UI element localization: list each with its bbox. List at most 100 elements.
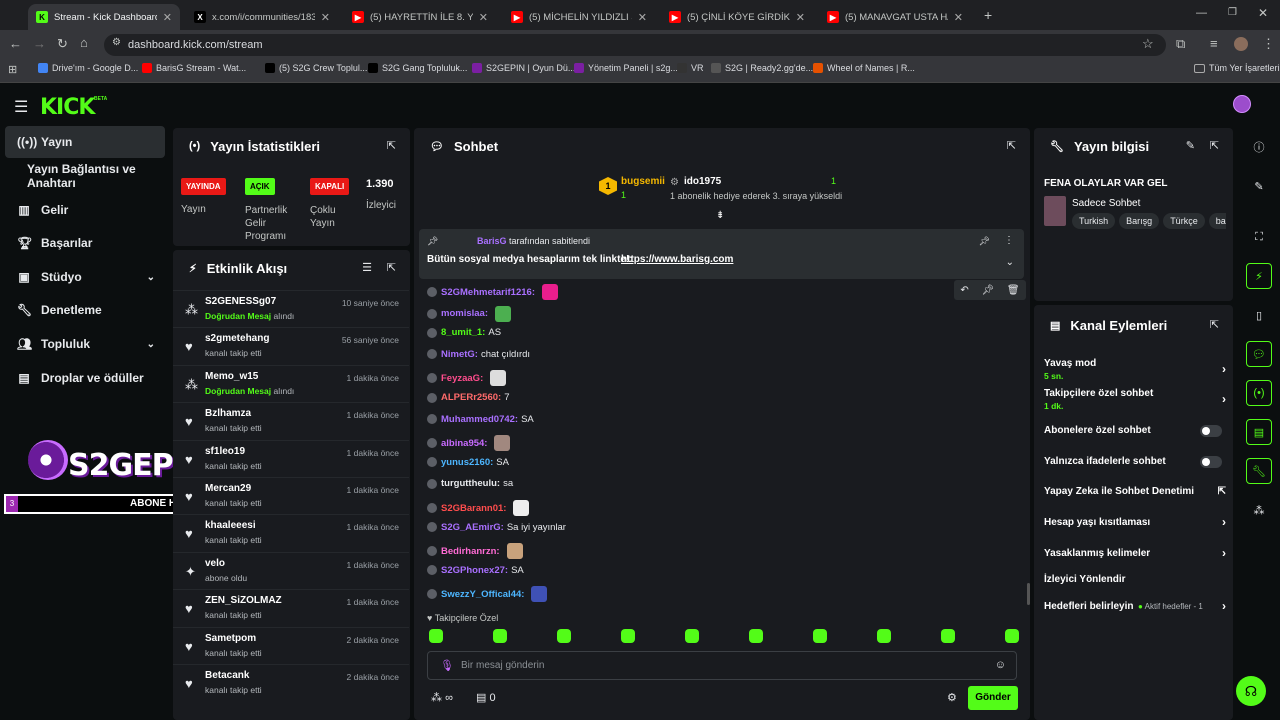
- kick-logo[interactable]: KICK: [40, 95, 95, 120]
- support-headset-icon[interactable]: ☊: [1236, 676, 1266, 706]
- close-tab-icon[interactable]: ✕: [479, 11, 488, 24]
- activity-item[interactable]: ♥ khaaleeesi kanalı takip etti 1 dakika ön…: [173, 514, 409, 551]
- url-field[interactable]: dashboard.kick.com/stream: [104, 34, 1166, 56]
- chat-scrollbar[interactable]: [1027, 583, 1030, 605]
- activity-item[interactable]: ✦ velo abone oldu 1 dakika önce: [173, 551, 409, 589]
- bookmark-item[interactable]: Wheel of Names | R...: [813, 63, 915, 73]
- chat-message[interactable]: momislaa:: [427, 305, 511, 322]
- media-control-icon[interactable]: ≡: [1210, 36, 1218, 51]
- maximize-button[interactable]: ❐: [1228, 7, 1237, 18]
- activity-item[interactable]: ♥ Sametpom kanalı takip etti 2 dakika önce: [173, 626, 409, 664]
- drops-icon[interactable]: ⁂: [1246, 497, 1272, 523]
- bookmark-item[interactable]: Yönetim Paneli | s2g...: [574, 63, 678, 73]
- panel-icon[interactable]: ▤: [1246, 419, 1272, 445]
- bookmark-item[interactable]: S2G | Ready2.gg'de...: [711, 63, 813, 73]
- chat-message[interactable]: albina954:: [427, 435, 511, 452]
- chat-message[interactable]: Bedirhanrzn:: [427, 543, 523, 560]
- quick-emote-icon[interactable]: [493, 629, 507, 643]
- chat-username[interactable]: S2GMehmetarif1216:: [441, 287, 535, 298]
- apps-grid-icon[interactable]: ⊞: [8, 63, 17, 76]
- activity-item[interactable]: ♥ sf1leo19 kanalı takip etti 1 dakika önce: [173, 439, 409, 477]
- bookmark-item[interactable]: VR: [677, 63, 704, 73]
- sidebar-item-yayin[interactable]: ((•)) Yayın: [5, 126, 165, 158]
- browser-tab[interactable]: Xx.com/i/communities/1835319…✕: [186, 4, 338, 30]
- chat-username[interactable]: FeyzaaG:: [441, 373, 483, 384]
- chat-username[interactable]: NimetG:: [441, 349, 478, 360]
- chat-message[interactable]: S2G_AEmirG: Sa iyi yayınlar: [427, 522, 566, 533]
- activity-item[interactable]: ⁂ S2GENESSg07 Doğrudan Mesaj alındı 10 sani…: [173, 290, 409, 327]
- activity-item[interactable]: ♥ Mercan29 kanalı takip etti 1 dakika önce: [173, 477, 409, 514]
- sidebar-item-studyo[interactable]: ▣ Stüdyo ⌄: [5, 261, 165, 293]
- popout-icon[interactable]: ⇱: [1210, 318, 1219, 331]
- chat-settings-icon[interactable]: ⚙: [947, 691, 957, 704]
- chat-message[interactable]: yunus2160: SA: [427, 457, 509, 468]
- activity-item[interactable]: ♥ Betacank kanalı takip etti 2 dakika önce: [173, 664, 409, 701]
- browser-tab[interactable]: ▶(5) MİCHELİN YILDIZLI SOKAK L…✕: [503, 4, 655, 30]
- bookmark-item[interactable]: BarisG Stream - Wat...: [142, 63, 246, 73]
- points-icon[interactable]: ⁂ ∞: [431, 691, 453, 704]
- quick-emote-icon[interactable]: [813, 629, 827, 643]
- bookmark-star-icon[interactable]: ☆: [1142, 36, 1154, 52]
- chat-username[interactable]: ALPERr2560:: [441, 392, 501, 403]
- filter-icon[interactable]: ☰: [362, 261, 372, 274]
- sidebar-item-denetleme[interactable]: 🔧︎ Denetleme: [5, 294, 165, 326]
- chrome-menu-icon[interactable]: ⋮: [1262, 36, 1275, 52]
- minimize-button[interactable]: —: [1196, 7, 1207, 19]
- pinned-link[interactable]: https://www.barisg.com: [621, 254, 733, 265]
- sidebar-item-yayin-baglantisi[interactable]: Yayın Bağlantısı ve Anahtarı: [5, 160, 165, 192]
- channel-action-item[interactable]: Hedefleri belirleyin › ● Aktif hedefler - …: [1044, 599, 1226, 613]
- bookmark-item[interactable]: (5) S2G Crew Toplul...: [265, 63, 367, 73]
- quick-emote-icon[interactable]: [749, 629, 763, 643]
- site-info-icon[interactable]: ⚙: [112, 37, 121, 48]
- emoji-icon[interactable]: ☺: [995, 659, 1006, 671]
- channel-action-item[interactable]: Yasaklanmış kelimeler ›: [1044, 546, 1226, 560]
- close-window-button[interactable]: ✕: [1258, 6, 1268, 20]
- back-icon[interactable]: ←: [9, 36, 22, 51]
- fullscreen-icon[interactable]: ⛶: [1246, 224, 1272, 250]
- edit-icon[interactable]: ✎: [1186, 139, 1195, 152]
- pin-icon[interactable]: 📌︎: [981, 285, 994, 296]
- channel-action-item[interactable]: Takipçilere özel sohbet 1 dk. ›: [1044, 388, 1226, 411]
- browser-tab[interactable]: ▶(5) HAYRETTİN İLE 8. YIL GALAS…✕: [344, 4, 496, 30]
- chat-message[interactable]: ALPERr2560: 7: [427, 392, 510, 403]
- activity-item[interactable]: ♥ s2gmetehang kanalı takip etti 56 saniye …: [173, 327, 409, 364]
- popout-icon[interactable]: ⇱: [387, 139, 396, 152]
- channel-action-item[interactable]: Abonelere özel sohbet: [1044, 425, 1226, 437]
- bookmark-item[interactable]: S2GEPIN | Oyun Dü...: [472, 63, 575, 73]
- info-icon[interactable]: ⓘ: [1246, 134, 1272, 160]
- chat-username[interactable]: SwezzY_Offical44:: [441, 589, 524, 600]
- browser-tab[interactable]: ▶(5) ÇİNLİ KÖYE GİRDİK GİRMEZ…✕: [661, 4, 813, 30]
- chat-username[interactable]: yunus2160:: [441, 457, 493, 468]
- channel-action-item[interactable]: Yapay Zeka ile Sohbet Denetimi ⇱: [1044, 486, 1226, 497]
- sidebar-item-droplar[interactable]: ▤ Droplar ve ödüller: [5, 362, 165, 394]
- browser-tab[interactable]: K Stream - Kick Dashboard ✕: [28, 4, 180, 30]
- chat-username[interactable]: Muhammed0742:: [441, 414, 518, 425]
- chat-message[interactable]: NimetG: chat çıldırdı: [427, 349, 530, 360]
- channel-action-item[interactable]: Hesap yaşı kısıtlaması ›: [1044, 515, 1226, 529]
- chat-username[interactable]: turguttheulu:: [441, 478, 500, 489]
- chat-message[interactable]: 8_umit_1: AS: [427, 327, 501, 338]
- chat-message[interactable]: FeyzaaG:: [427, 370, 507, 387]
- bookmark-item[interactable]: Drive'ım - Google D...: [38, 63, 138, 73]
- chat-username[interactable]: albina954:: [441, 438, 487, 449]
- forward-icon[interactable]: →: [33, 36, 46, 51]
- chat-icon[interactable]: 💬︎: [1246, 341, 1272, 367]
- wrench-icon[interactable]: 🔧︎: [1246, 458, 1272, 484]
- quick-emote-icon[interactable]: [941, 629, 955, 643]
- profile-avatar[interactable]: [1234, 37, 1248, 51]
- reload-icon[interactable]: ↻: [57, 36, 68, 52]
- sidebar-item-gelir[interactable]: ▥ Gelir: [5, 194, 165, 226]
- quick-emote-icon[interactable]: [621, 629, 635, 643]
- close-tab-icon[interactable]: ✕: [638, 11, 647, 24]
- lightning-icon[interactable]: ⚡︎: [1246, 263, 1272, 289]
- channel-action-item[interactable]: İzleyici Yönlendir: [1044, 574, 1226, 585]
- quick-emote-icon[interactable]: [685, 629, 699, 643]
- chat-message[interactable]: S2GBarann01:: [427, 500, 530, 516]
- home-icon[interactable]: ⌂: [80, 35, 88, 50]
- sidebar-item-topluluk[interactable]: 👥︎ Topluluk ⌄: [5, 328, 165, 360]
- broadcast-icon[interactable]: (•): [1246, 380, 1272, 406]
- expand-chevron-icon[interactable]: ⌄: [1006, 257, 1014, 268]
- unpin-icon[interactable]: 📌︎: [979, 236, 990, 247]
- chat-username[interactable]: 8_umit_1:: [441, 327, 485, 338]
- chat-message[interactable]: turguttheulu: sa: [427, 478, 513, 489]
